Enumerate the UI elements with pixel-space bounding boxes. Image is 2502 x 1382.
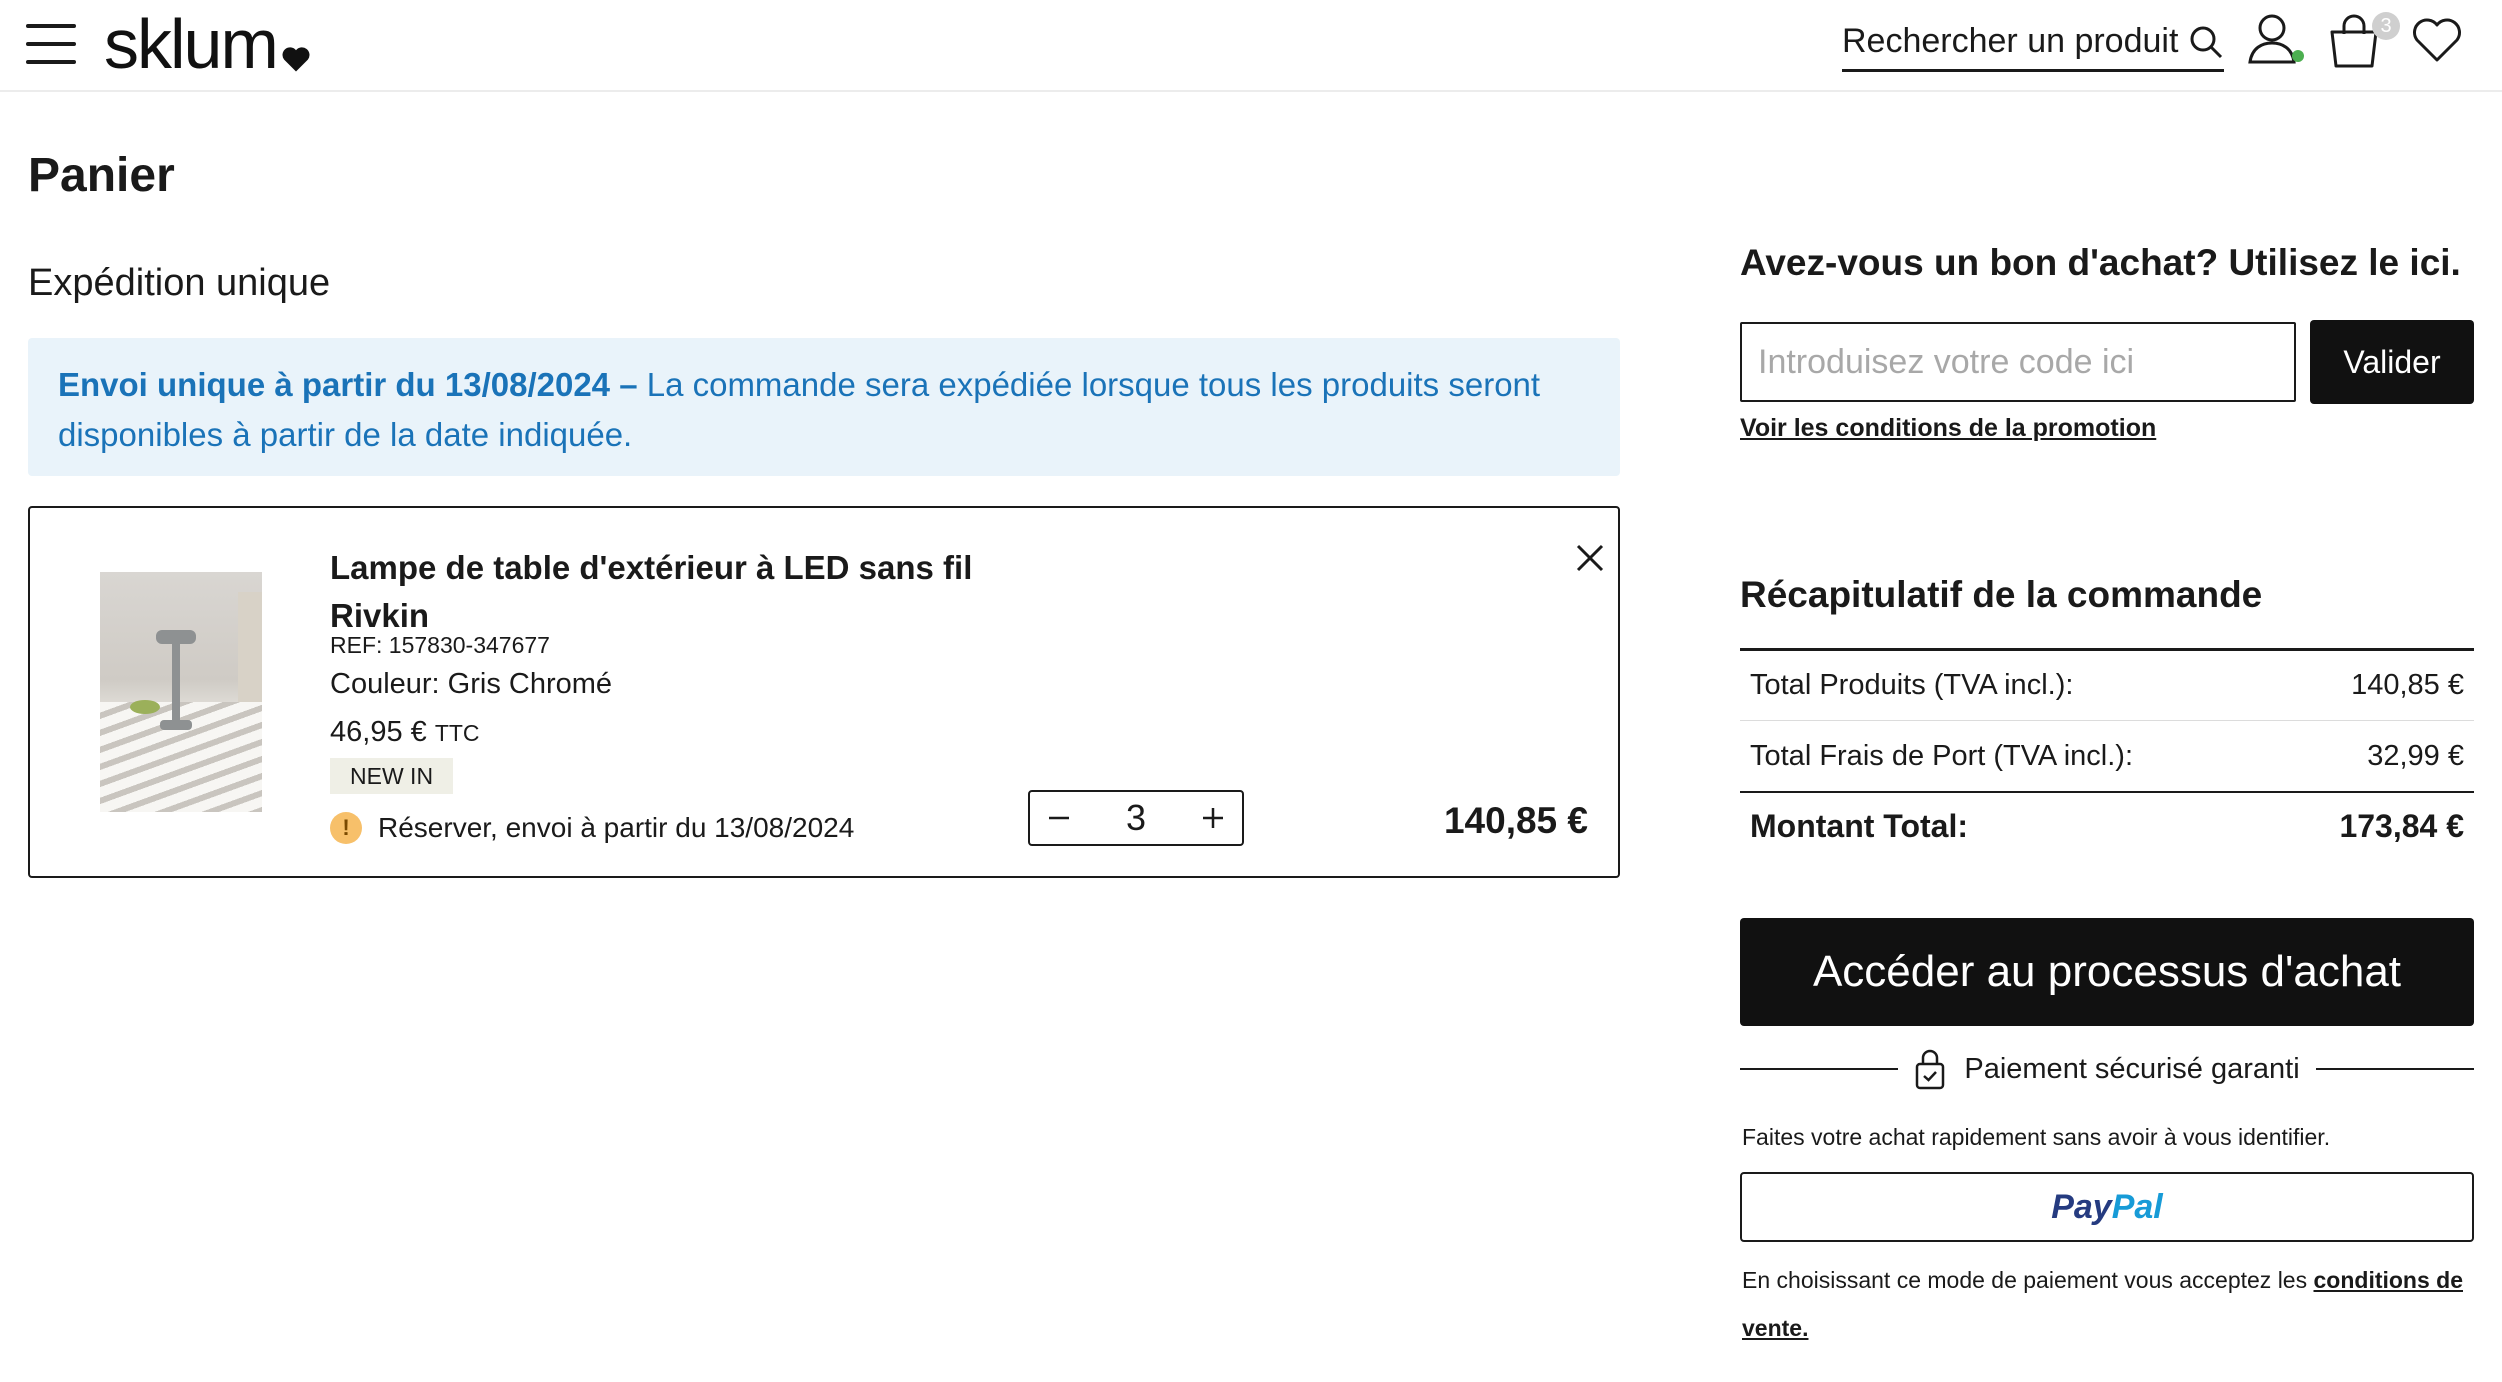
search-bar[interactable]: Rechercher un produit <box>1842 14 2224 72</box>
validate-voucher-button[interactable]: Valider <box>2310 320 2474 404</box>
terms-text: En choisissant ce mode de paiement vous … <box>1742 1267 2314 1293</box>
shipment-section-title: Expédition unique <box>28 262 331 304</box>
wishlist-button[interactable] <box>2410 12 2464 71</box>
summary-value: 140,85 € <box>2351 669 2464 701</box>
user-account-button[interactable] <box>2246 12 2304 73</box>
checkout-button[interactable]: Accéder au processus d'achat <box>1740 918 2474 1026</box>
remove-item-button[interactable] <box>1570 538 1610 578</box>
cart-item: Lampe de table d'extérieur à LED sans fi… <box>28 506 1620 878</box>
quantity-input[interactable] <box>1096 797 1176 839</box>
logo-text: sklum <box>104 5 279 83</box>
paypal-terms: En choisissant ce mode de paiement vous … <box>1742 1256 2482 1352</box>
order-summary-title: Récapitulatif de la commande <box>1740 574 2263 615</box>
quantity-stepper <box>1028 790 1244 846</box>
summary-label: Total Frais de Port (TVA incl.): <box>1750 739 2134 772</box>
summary-total-label: Montant Total: <box>1750 807 1969 844</box>
product-color: Couleur: Gris Chromé <box>330 668 613 700</box>
paypal-button[interactable]: PayPal <box>1740 1172 2474 1242</box>
decrease-quantity-button[interactable] <box>1044 803 1074 833</box>
search-label: Rechercher un produit <box>1842 22 2179 60</box>
promo-conditions-link[interactable]: Voir les conditions de la promotion <box>1740 414 2156 443</box>
logo-heart-icon <box>282 47 310 72</box>
lock-icon <box>1916 1049 1945 1090</box>
search-icon[interactable] <box>2188 24 2224 60</box>
secure-payment-text: Paiement sécurisé garanti <box>1964 1052 2300 1085</box>
product-image[interactable] <box>100 572 262 812</box>
site-header: sklum Rechercher un produit 3 <box>0 0 2502 92</box>
unit-price-suffix: TTC <box>434 720 480 746</box>
summary-row-shipping: Total Frais de Port (TVA incl.): 32,99 € <box>1740 721 2474 791</box>
online-status-dot <box>2292 50 2304 62</box>
express-checkout-text: Faites votre achat rapidement sans avoir… <box>1742 1124 2331 1150</box>
page-title: Panier <box>28 149 175 202</box>
order-summary-table: Total Produits (TVA incl.): 140,85 € Tot… <box>1740 648 2474 859</box>
warning-icon: ! <box>330 812 362 844</box>
item-line-total: 140,85 € <box>1443 800 1588 841</box>
new-in-badge: NEW IN <box>330 758 454 794</box>
divider <box>1740 1068 1899 1070</box>
increase-quantity-button[interactable] <box>1198 803 1228 833</box>
paypal-logo: PayPal <box>2051 1187 2163 1226</box>
product-name[interactable]: Lampe de table d'extérieur à LED sans fi… <box>330 544 1050 640</box>
summary-total-value: 173,84 € <box>2339 807 2464 844</box>
shipment-info-banner: Envoi unique à partir du 13/08/2024 – La… <box>28 338 1620 476</box>
voucher-title: Avez-vous un bon d'achat? Utilisez le ic… <box>1740 242 2461 283</box>
menu-icon[interactable] <box>26 24 78 64</box>
product-ref: REF: 157830-347677 <box>330 632 550 658</box>
secure-payment-label: Paiement sécurisé garanti <box>1914 1048 2300 1090</box>
summary-value: 32,99 € <box>2367 739 2464 772</box>
cart-button[interactable]: 3 <box>2326 12 2400 77</box>
product-name-line1: Lampe de table d'extérieur à LED sans fi… <box>330 549 973 586</box>
voucher-code-input[interactable] <box>1740 322 2296 402</box>
secure-payment-notice: Paiement sécurisé garanti <box>1740 1046 2475 1092</box>
product-unit-price: 46,95 € TTC <box>330 716 480 749</box>
summary-row-total: Montant Total: 173,84 € <box>1740 791 2474 859</box>
divider <box>2315 1068 2475 1070</box>
heart-icon <box>2413 18 2461 62</box>
minus-icon <box>1049 816 1069 820</box>
plus-icon <box>1203 808 1223 828</box>
summary-row-products: Total Produits (TVA incl.): 140,85 € <box>1740 651 2474 721</box>
reserve-notice: ! Réserver, envoi à partir du 13/08/2024 <box>330 812 854 844</box>
summary-label: Total Produits (TVA incl.): <box>1750 669 2074 701</box>
unit-price-value: 46,95 € <box>330 716 427 748</box>
cart-count-badge: 3 <box>2372 12 2400 40</box>
logo[interactable]: sklum <box>104 4 311 84</box>
info-banner-bold: Envoi unique à partir du 13/08/2024 – <box>58 366 638 403</box>
reserve-text: Réserver, envoi à partir du 13/08/2024 <box>378 812 855 843</box>
